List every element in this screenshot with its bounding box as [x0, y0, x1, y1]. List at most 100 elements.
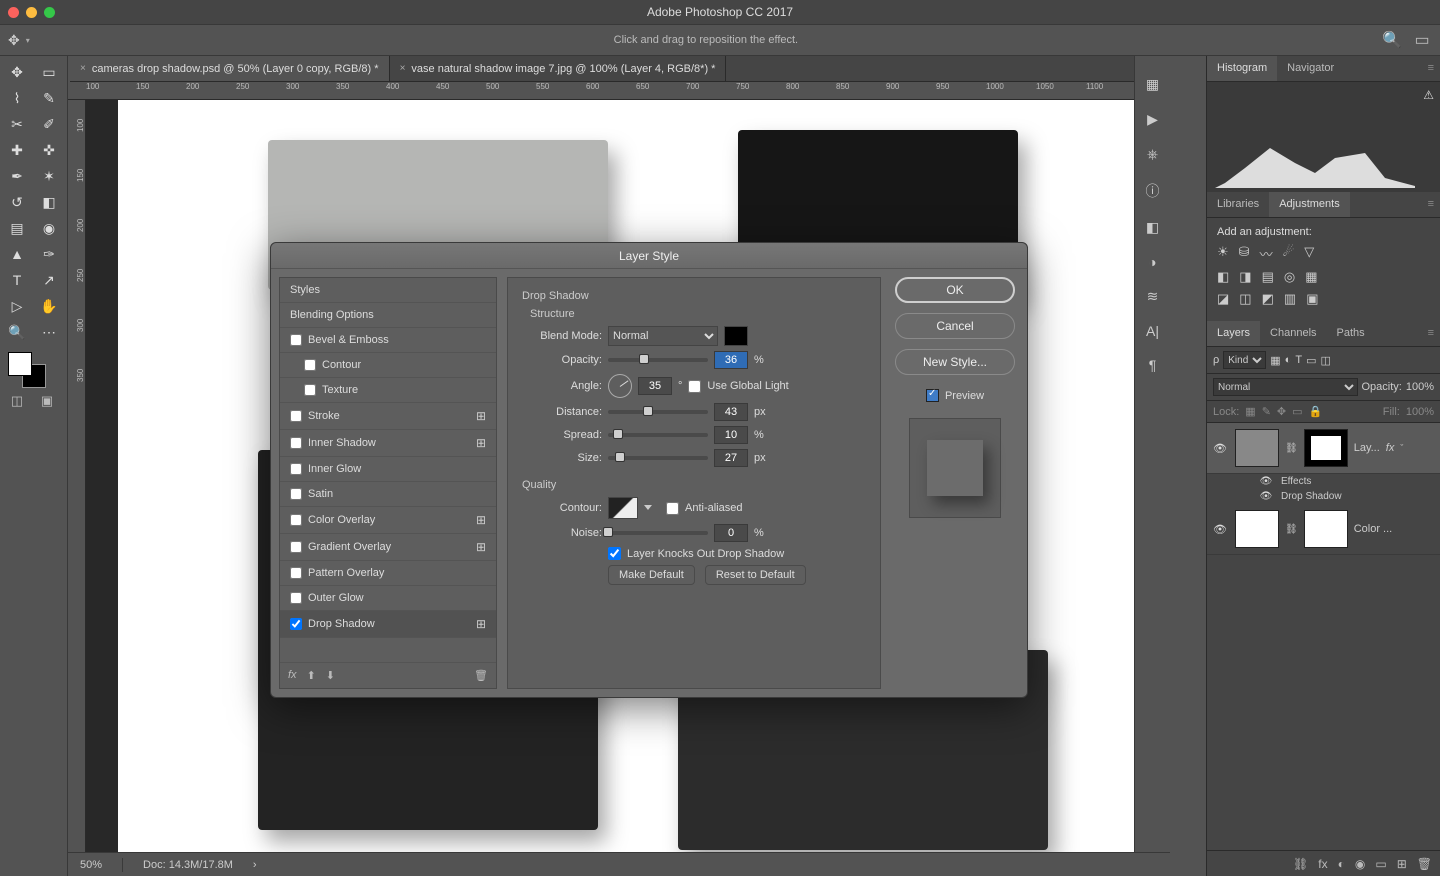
stamp-tool[interactable]: ✶: [34, 164, 64, 188]
marquee-tool[interactable]: ▭: [34, 60, 64, 84]
swatch-panel-icon[interactable]: ◧: [1146, 219, 1159, 236]
posterize-icon[interactable]: ◫: [1239, 291, 1251, 307]
layer-item[interactable]: 👁 ⛓ Lay... fx ˇ: [1207, 423, 1440, 474]
search-icon[interactable]: 🔍: [1382, 30, 1402, 50]
opacity-value[interactable]: 100%: [1406, 381, 1434, 393]
exposure-icon[interactable]: ☄: [1283, 244, 1295, 263]
shadow-color-swatch[interactable]: [724, 326, 748, 346]
size-slider[interactable]: [608, 456, 708, 460]
preview-toggle[interactable]: Preview: [926, 389, 984, 402]
zoom-tool[interactable]: 🔍: [2, 320, 32, 344]
layer-mask[interactable]: [1304, 510, 1348, 548]
quick-mask-icon[interactable]: ◫: [2, 390, 32, 412]
paths-panel-icon[interactable]: ≋: [1147, 288, 1159, 305]
vibrance-icon[interactable]: ▽: [1304, 244, 1314, 263]
effect-drop-shadow-row[interactable]: 👁Drop Shadow: [1207, 489, 1440, 504]
opacity-slider[interactable]: [608, 358, 708, 362]
color-panel-icon[interactable]: ◑: [1148, 254, 1156, 270]
tab-paths[interactable]: Paths: [1327, 321, 1375, 346]
brush-panel-icon[interactable]: ⎈: [1147, 146, 1158, 163]
foreground-color[interactable]: [8, 352, 32, 376]
close-icon[interactable]: ×: [400, 63, 406, 74]
layer-item[interactable]: 👁 ⛓ Color ...: [1207, 504, 1440, 555]
global-light-checkbox[interactable]: [688, 380, 701, 393]
info-icon[interactable]: ⓘ: [1146, 181, 1160, 201]
curves-icon[interactable]: 〰: [1260, 244, 1273, 263]
fx-satin[interactable]: Satin: [280, 482, 496, 507]
hand-tool[interactable]: ✋: [34, 294, 64, 318]
effects-row[interactable]: 👁Effects: [1207, 474, 1440, 489]
add-icon[interactable]: ⊞: [476, 409, 486, 423]
panel-menu-icon[interactable]: ≡: [1422, 56, 1440, 81]
move-down-icon[interactable]: ⬇: [326, 669, 335, 682]
cancel-button[interactable]: Cancel: [895, 313, 1015, 339]
distance-slider[interactable]: [608, 410, 708, 414]
layer-mask-icon[interactable]: ◐: [1338, 857, 1345, 871]
filter-kind-select[interactable]: Kind: [1223, 351, 1266, 369]
checkbox-icon[interactable]: [926, 389, 939, 402]
brightness-icon[interactable]: ☀: [1217, 244, 1229, 263]
panel-menu-icon[interactable]: ≡: [1422, 321, 1440, 346]
crop-tool[interactable]: ✂: [2, 112, 32, 136]
pen-tool[interactable]: ✑: [34, 242, 64, 266]
tab-histogram[interactable]: Histogram: [1207, 56, 1277, 81]
move-up-icon[interactable]: ⬆: [307, 669, 316, 682]
add-icon[interactable]: ⊞: [476, 540, 486, 554]
blend-mode-select[interactable]: Normal: [1213, 378, 1358, 396]
path-tool[interactable]: ↗: [34, 268, 64, 292]
fill-value[interactable]: 100%: [1406, 406, 1434, 418]
tab-adjustments[interactable]: Adjustments: [1269, 192, 1350, 217]
layer-mask[interactable]: [1304, 429, 1348, 467]
opacity-input[interactable]: [714, 351, 748, 369]
play-icon[interactable]: ▶: [1147, 111, 1158, 128]
zoom-level[interactable]: 50%: [80, 859, 102, 871]
size-input[interactable]: [714, 449, 748, 467]
filter-smart-icon[interactable]: ◫: [1320, 354, 1330, 367]
angle-input[interactable]: [638, 377, 672, 395]
invert-icon[interactable]: ◪: [1217, 291, 1229, 307]
screen-mode-icon[interactable]: ▣: [32, 390, 62, 412]
fx-bevel-emboss[interactable]: Bevel & Emboss: [280, 328, 496, 353]
fx-texture[interactable]: Texture: [280, 378, 496, 403]
lasso-tool[interactable]: ⌇: [2, 86, 32, 110]
fx-menu-icon[interactable]: fx: [288, 669, 297, 682]
tab-libraries[interactable]: Libraries: [1207, 192, 1269, 217]
fx-stroke[interactable]: Stroke⊞: [280, 403, 496, 430]
fx-color-overlay[interactable]: Color Overlay⊞: [280, 507, 496, 534]
selective-color-icon[interactable]: ▣: [1306, 291, 1318, 307]
filter-kind-icon[interactable]: ρ: [1213, 354, 1219, 366]
layer-link-icon[interactable]: ⛓: [1293, 857, 1308, 871]
tab-navigator[interactable]: Navigator: [1277, 56, 1344, 81]
noise-slider[interactable]: [608, 531, 708, 535]
layer-trash-icon[interactable]: 🗑: [1417, 857, 1432, 871]
trash-icon[interactable]: 🗑: [474, 669, 488, 682]
history-brush-tool[interactable]: ↺: [2, 190, 32, 214]
tab-channels[interactable]: Channels: [1260, 321, 1326, 346]
move-tool-icon[interactable]: ✥: [8, 32, 20, 49]
fx-badge[interactable]: fx: [1386, 442, 1395, 454]
dodge-tool[interactable]: ▲: [2, 242, 32, 266]
fx-contour[interactable]: Contour: [280, 353, 496, 378]
visibility-icon[interactable]: 👁: [1257, 491, 1275, 502]
layer-adjust-icon[interactable]: ◉: [1355, 857, 1365, 871]
add-icon[interactable]: ⊞: [476, 617, 486, 631]
close-icon[interactable]: ×: [80, 63, 86, 74]
levels-icon[interactable]: ⛁: [1239, 244, 1250, 263]
gradient-tool[interactable]: ▤: [2, 216, 32, 240]
lut-icon[interactable]: ▦: [1305, 269, 1317, 285]
angle-dial[interactable]: [608, 374, 632, 398]
blend-mode-select[interactable]: Normal: [608, 326, 718, 346]
layer-new-icon[interactable]: ⊞: [1397, 857, 1407, 871]
more-tool[interactable]: ⋯: [34, 320, 64, 344]
color-swatches[interactable]: [8, 352, 56, 388]
move-tool[interactable]: ✥: [2, 60, 32, 84]
knockout-checkbox[interactable]: [608, 547, 621, 560]
filter-pixel-icon[interactable]: ▦: [1270, 354, 1280, 367]
lock-move-icon[interactable]: ✥: [1277, 405, 1286, 418]
hue-icon[interactable]: ◧: [1217, 269, 1229, 285]
visibility-icon[interactable]: 👁: [1211, 523, 1229, 536]
direct-select-tool[interactable]: ▷: [2, 294, 32, 318]
patch-tool[interactable]: ✚: [2, 138, 32, 162]
link-icon[interactable]: ⛓: [1285, 443, 1298, 454]
photo-filter-icon[interactable]: ▤: [1262, 269, 1274, 285]
